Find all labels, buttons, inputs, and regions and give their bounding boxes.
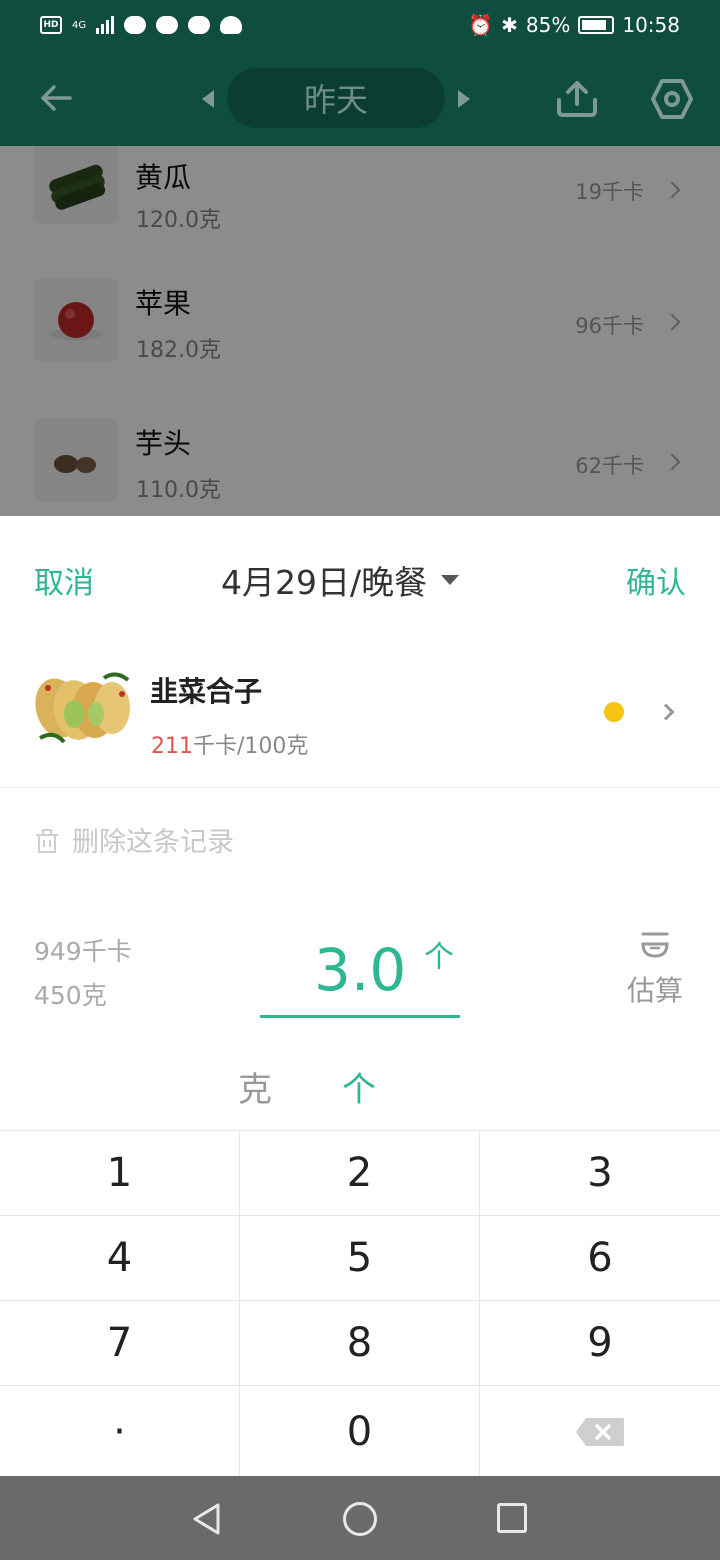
delete-label: 删除这条记录 [72, 827, 234, 858]
alert-icon [188, 16, 211, 34]
key-6[interactable]: 6 [480, 1216, 720, 1301]
backspace-icon [576, 1418, 624, 1446]
confirm-button[interactable]: 确认 [626, 558, 686, 602]
nav-home-icon[interactable] [343, 1502, 377, 1536]
meal-selector[interactable]: 4月29日/晚餐 [221, 556, 460, 604]
selected-food-row[interactable]: 韭菜合子 211千卡/100克 [0, 656, 720, 788]
notification-icon [156, 16, 179, 34]
amount-input[interactable]: 3.0 个 [260, 926, 460, 1018]
date-selector[interactable]: 昨天 [227, 68, 445, 128]
back-arrow-icon[interactable] [36, 78, 76, 118]
food-calories: 211千卡/100克 [151, 728, 308, 760]
network-type: 4G [72, 19, 87, 31]
numeric-keypad: 1 2 3 4 5 6 7 8 9 · 0 [0, 1130, 720, 1478]
key-9[interactable]: 9 [480, 1301, 720, 1386]
alarm-icon: ⏰ [468, 13, 494, 37]
sheet-header: 取消 4月29日/晚餐 确认 [0, 516, 720, 640]
meal-label: 4月29日/晚餐 [221, 563, 428, 602]
amount-unit: 个 [424, 940, 454, 975]
total-weight: 450克 [34, 981, 107, 1010]
unit-option-piece[interactable]: 个 [342, 1062, 376, 1111]
calorie-unit: 千卡/100克 [193, 734, 309, 759]
battery-percent: 85% [525, 13, 571, 37]
key-5[interactable]: 5 [240, 1216, 480, 1301]
key-3[interactable]: 3 [480, 1131, 720, 1216]
delete-record-button[interactable]: 删除这条记录 [34, 820, 234, 859]
clock: 10:58 [622, 13, 680, 37]
backspace-key[interactable] [480, 1386, 720, 1478]
chevron-right-icon [657, 703, 675, 721]
nav-back-icon[interactable] [190, 1502, 224, 1536]
trash-icon [36, 828, 58, 853]
food-image [34, 664, 134, 752]
key-4[interactable]: 4 [0, 1216, 240, 1301]
key-7[interactable]: 7 [0, 1301, 240, 1386]
system-navigation-bar [0, 1476, 720, 1560]
totals: 949千卡 450克 [34, 930, 132, 1018]
bluetooth-icon: ✱ [501, 13, 518, 37]
key-2[interactable]: 2 [240, 1131, 480, 1216]
next-day-icon[interactable] [458, 90, 470, 108]
previous-day-icon[interactable] [202, 90, 214, 108]
estimate-button[interactable]: 估算 [622, 928, 688, 1009]
unit-option-gram[interactable]: 克 [238, 1062, 272, 1111]
scale-icon [641, 932, 669, 958]
calorie-value: 211 [151, 734, 193, 759]
key-1[interactable]: 1 [0, 1131, 240, 1216]
battery-icon [578, 16, 615, 34]
chat-icon [124, 16, 147, 34]
nav-recents-icon[interactable] [497, 1503, 527, 1533]
share-icon[interactable] [555, 78, 599, 118]
total-kcal: 949千卡 [34, 937, 132, 966]
signal-icon [96, 16, 115, 34]
add-food-sheet: 取消 4月29日/晚餐 确认 韭菜合子 211千卡/100克 删除这条记录 94… [0, 516, 720, 1478]
hd-icon: HD [40, 16, 62, 34]
amount-value: 3.0 [314, 936, 407, 1004]
key-decimal[interactable]: · [0, 1386, 240, 1478]
status-bar: HD 4G ⏰ ✱ 85% 10:58 [0, 0, 720, 50]
top-app-bar: 昨天 [0, 50, 720, 146]
unit-selector: 克 个 [0, 1056, 720, 1126]
health-indicator-dot [604, 702, 624, 722]
cancel-button[interactable]: 取消 [34, 558, 94, 602]
estimate-label: 估算 [626, 974, 683, 1007]
key-0[interactable]: 0 [240, 1386, 480, 1478]
cloud-icon [220, 16, 243, 34]
key-8[interactable]: 8 [240, 1301, 480, 1386]
dropdown-caret-icon [441, 575, 460, 585]
modal-scrim[interactable] [0, 146, 720, 516]
settings-icon[interactable] [651, 78, 693, 120]
food-name: 韭菜合子 [150, 675, 263, 708]
